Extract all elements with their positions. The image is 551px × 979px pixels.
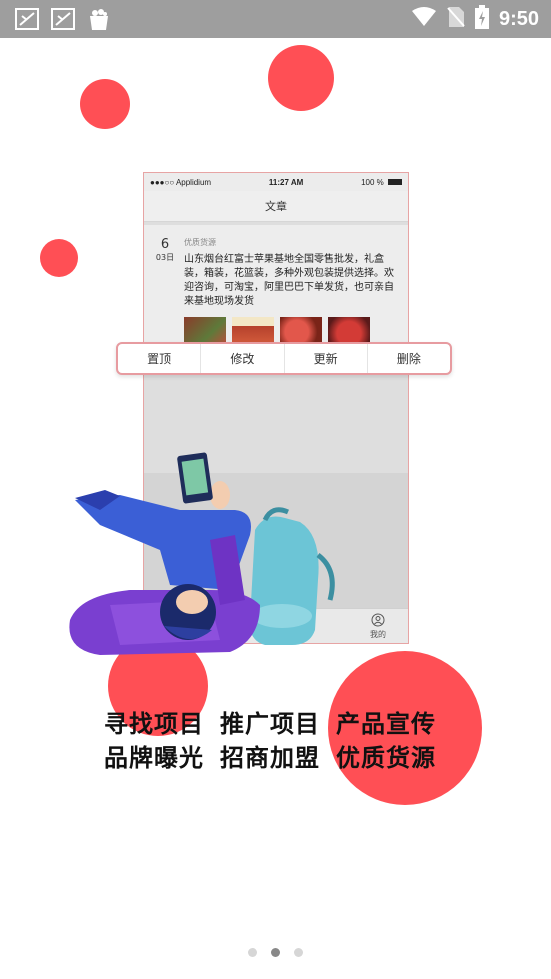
slogan-row: 寻找项目 推广项目 产品宣传	[104, 707, 436, 741]
user-icon	[371, 613, 385, 627]
page-dot-active[interactable]	[271, 948, 280, 957]
edit-button[interactable]: 修改	[201, 344, 285, 373]
ios-time: 11:27 AM	[268, 177, 304, 187]
slogan-item: 品牌曝光	[104, 744, 204, 772]
article-text: 山东烟台红富士苹果基地全国零售批发，礼盒装，箱装，花篮装，多种外观包装提供选择。…	[184, 254, 394, 307]
page-dot[interactable]	[294, 948, 303, 957]
person-illustration	[69, 452, 335, 655]
pin-top-button[interactable]: 置顶	[118, 344, 202, 373]
page-title: 文章	[265, 200, 287, 213]
battery-icon	[387, 179, 402, 186]
clock-time: 9:50	[498, 7, 539, 30]
status-bar: 9:50	[0, 0, 551, 38]
slogan-item: 寻找项目	[104, 710, 204, 738]
carrier-label: ●●●○○ Applidium	[150, 177, 212, 187]
slogan-item: 推广项目	[220, 710, 320, 738]
decor-circle	[80, 79, 130, 129]
nav-bar: 文章	[144, 191, 408, 222]
wifi-icon	[411, 7, 437, 31]
decor-circle	[40, 239, 78, 277]
slogan-item: 招商加盟	[220, 744, 320, 772]
ios-status-bar: ●●●○○ Applidium 11:27 AM 100 %	[144, 173, 408, 191]
article-date: 6 03日	[152, 237, 178, 263]
shopping-bag-icon	[86, 7, 112, 31]
update-button[interactable]: 更新	[285, 344, 368, 373]
no-sim-icon	[447, 6, 465, 32]
article-tag: 优质货源	[184, 238, 216, 247]
delete-button[interactable]: 删除	[368, 344, 450, 373]
slogan: 寻找项目 推广项目 产品宣传 品牌曝光 招商加盟 优质货源	[104, 707, 436, 775]
battery-charging-icon	[474, 5, 489, 33]
slogan-item: 产品宣传	[336, 710, 436, 738]
tab-mine-label: 我的	[370, 630, 386, 639]
slogan-row: 品牌曝光 招商加盟 优质货源	[104, 741, 436, 775]
notification-icon	[14, 7, 40, 31]
slogan-item: 优质货源	[336, 744, 436, 772]
battery-label: 100 %	[361, 178, 402, 187]
tab-mine[interactable]: 我的	[370, 613, 386, 640]
page-indicator	[248, 948, 303, 957]
decor-circle	[268, 45, 334, 111]
article-action-bar: 置顶 修改 更新 删除	[116, 342, 452, 375]
article-month: 03日	[155, 253, 175, 262]
article-day: 6	[160, 237, 170, 252]
article-card[interactable]: 6 03日 优质货源 山东烟台红富士苹果基地全国零售批发，礼盒装，箱装，花篮装，…	[144, 225, 408, 347]
page-dot[interactable]	[248, 948, 257, 957]
notification-icon	[50, 7, 76, 31]
